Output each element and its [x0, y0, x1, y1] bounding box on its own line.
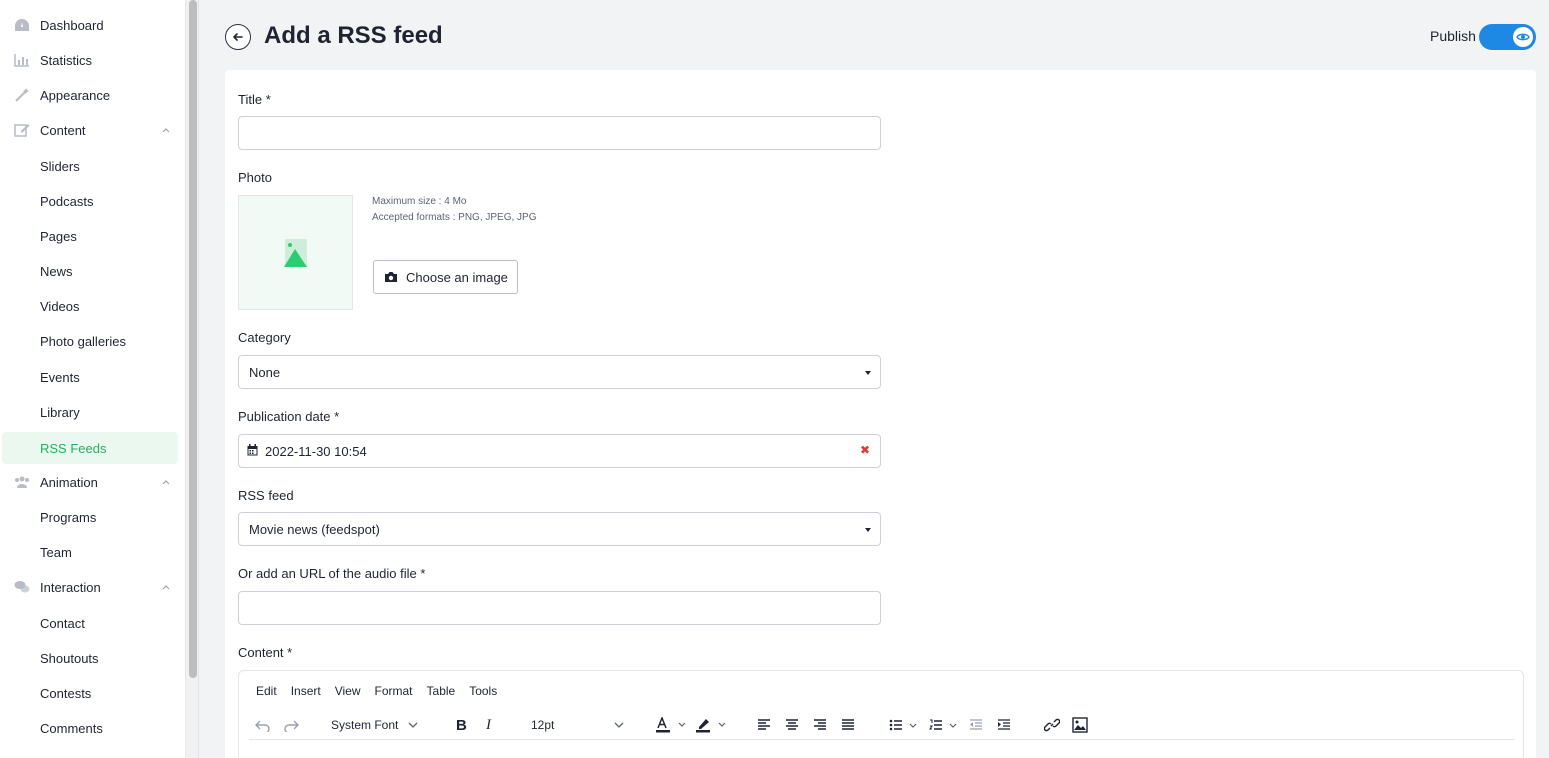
- menu-tools[interactable]: Tools: [469, 684, 497, 698]
- italic-icon[interactable]: I: [486, 715, 491, 735]
- chat-icon: [14, 581, 30, 593]
- back-button[interactable]: [225, 24, 251, 50]
- clear-date-icon[interactable]: ✖: [860, 443, 870, 457]
- highlight-color-icon[interactable]: [695, 715, 729, 735]
- pubdate-label: Publication date *: [238, 409, 340, 424]
- numbered-list-icon[interactable]: [929, 715, 961, 735]
- photo-preview[interactable]: [238, 195, 353, 310]
- rss-label: RSS feed: [238, 488, 294, 503]
- audio-url-input[interactable]: [238, 591, 881, 625]
- sidebar-item-pages[interactable]: Pages: [0, 220, 180, 252]
- editor-menubar: Edit Insert View Format Table Tools: [256, 684, 511, 698]
- caret-down-icon: [865, 528, 871, 532]
- font-size-select[interactable]: 12pt: [531, 715, 624, 735]
- menu-view[interactable]: View: [335, 684, 361, 698]
- form-card: [225, 70, 1536, 758]
- menu-edit[interactable]: Edit: [256, 684, 277, 698]
- chevron-up-icon[interactable]: [161, 477, 171, 487]
- sidebar-item-events[interactable]: Events: [0, 361, 180, 393]
- bold-icon[interactable]: B: [456, 715, 467, 735]
- indent-icon[interactable]: [997, 715, 1011, 735]
- category-value: None: [249, 364, 281, 380]
- image-placeholder-icon: [283, 238, 307, 267]
- pubdate-input[interactable]: 2022-11-30 10:54 ✖: [238, 434, 881, 468]
- sidebar-item-content[interactable]: Content: [0, 114, 180, 146]
- choose-image-button[interactable]: Choose an image: [373, 260, 518, 294]
- sidebar-scrollbar-thumb[interactable]: [189, 0, 197, 678]
- sidebar-item-library[interactable]: Library: [0, 396, 180, 428]
- magic-wand-icon: [15, 88, 29, 102]
- sidebar-item-shoutouts[interactable]: Shoutouts: [0, 642, 180, 674]
- calendar-icon: [247, 444, 258, 456]
- caret-down-icon: [865, 371, 871, 375]
- bullet-list-icon[interactable]: [889, 715, 921, 735]
- sidebar-item-dashboard[interactable]: Dashboard: [0, 9, 180, 41]
- publish-toggle[interactable]: [1479, 24, 1536, 50]
- arrow-left-icon: [233, 33, 243, 41]
- undo-icon[interactable]: [255, 715, 271, 735]
- photo-formats: Accepted formats : PNG, JPEG, JPG: [372, 212, 537, 223]
- menu-insert[interactable]: Insert: [291, 684, 321, 698]
- title-label: Title *: [238, 92, 271, 107]
- toolbar-divider: [249, 739, 1515, 740]
- dashboard-icon: [15, 19, 29, 31]
- title-input[interactable]: [238, 116, 881, 150]
- publish-label: Publish: [1430, 28, 1476, 44]
- photo-label: Photo: [238, 170, 272, 185]
- rss-feed-value: Movie news (feedspot): [249, 521, 380, 537]
- category-label: Category: [238, 330, 291, 345]
- align-right-icon[interactable]: [813, 715, 827, 735]
- page-title: Add a RSS feed: [264, 22, 443, 49]
- pubdate-value: 2022-11-30 10:54: [265, 443, 367, 459]
- users-icon: [15, 476, 29, 488]
- sidebar-item-appearance[interactable]: Appearance: [0, 79, 180, 111]
- category-select[interactable]: None: [238, 355, 881, 389]
- audio-url-label: Or add an URL of the audio file *: [238, 566, 426, 581]
- sidebar-item-contests[interactable]: Contests: [0, 677, 180, 709]
- chevron-up-icon[interactable]: [161, 582, 171, 592]
- outdent-icon[interactable]: [969, 715, 983, 735]
- content-editor[interactable]: Edit Insert View Format Table Tools Syst…: [238, 670, 1524, 758]
- sidebar-item-statistics[interactable]: Statistics: [0, 44, 180, 76]
- insert-image-icon[interactable]: [1072, 715, 1088, 735]
- sidebar-item-contact[interactable]: Contact: [0, 607, 180, 639]
- chevron-down-icon: [614, 722, 624, 728]
- toggle-knob: [1513, 27, 1533, 47]
- camera-icon: [385, 272, 397, 282]
- align-justify-icon[interactable]: [841, 715, 855, 735]
- redo-icon[interactable]: [283, 715, 299, 735]
- sidebar-item-interaction[interactable]: Interaction: [0, 571, 180, 603]
- link-icon[interactable]: [1044, 715, 1060, 735]
- sidebar-item-videos[interactable]: Videos: [0, 290, 180, 322]
- sidebar-item-photo-galleries[interactable]: Photo galleries: [0, 325, 180, 357]
- editor-toolbar: System Font B I 12pt: [249, 711, 1519, 739]
- font-family-select[interactable]: System Font: [331, 715, 418, 735]
- edit-icon: [14, 124, 30, 137]
- align-left-icon[interactable]: [757, 715, 771, 735]
- eye-icon: [1516, 33, 1530, 41]
- rss-feed-select[interactable]: Movie news (feedspot): [238, 512, 881, 546]
- sidebar-item-podcasts[interactable]: Podcasts: [0, 185, 180, 217]
- sidebar-item-team[interactable]: Team: [0, 536, 180, 568]
- sidebar: Dashboard Statistics Appearance Content …: [0, 0, 186, 758]
- bar-chart-icon: [14, 54, 29, 67]
- sidebar-item-sliders[interactable]: Sliders: [0, 150, 180, 182]
- sidebar-item-rss-feeds[interactable]: RSS Feeds: [2, 432, 178, 464]
- menu-table[interactable]: Table: [427, 684, 456, 698]
- sidebar-item-comments[interactable]: Comments: [0, 712, 180, 744]
- sidebar-item-news[interactable]: News: [0, 255, 180, 287]
- chevron-down-icon: [408, 722, 418, 728]
- content-label: Content *: [238, 645, 293, 660]
- sidebar-item-programs[interactable]: Programs: [0, 501, 180, 533]
- align-center-icon[interactable]: [785, 715, 799, 735]
- sidebar-item-animation[interactable]: Animation: [0, 466, 180, 498]
- menu-format[interactable]: Format: [375, 684, 413, 698]
- photo-max-size: Maximum size : 4 Mo: [372, 196, 467, 207]
- text-color-icon[interactable]: [655, 715, 689, 735]
- chevron-up-icon[interactable]: [161, 125, 171, 135]
